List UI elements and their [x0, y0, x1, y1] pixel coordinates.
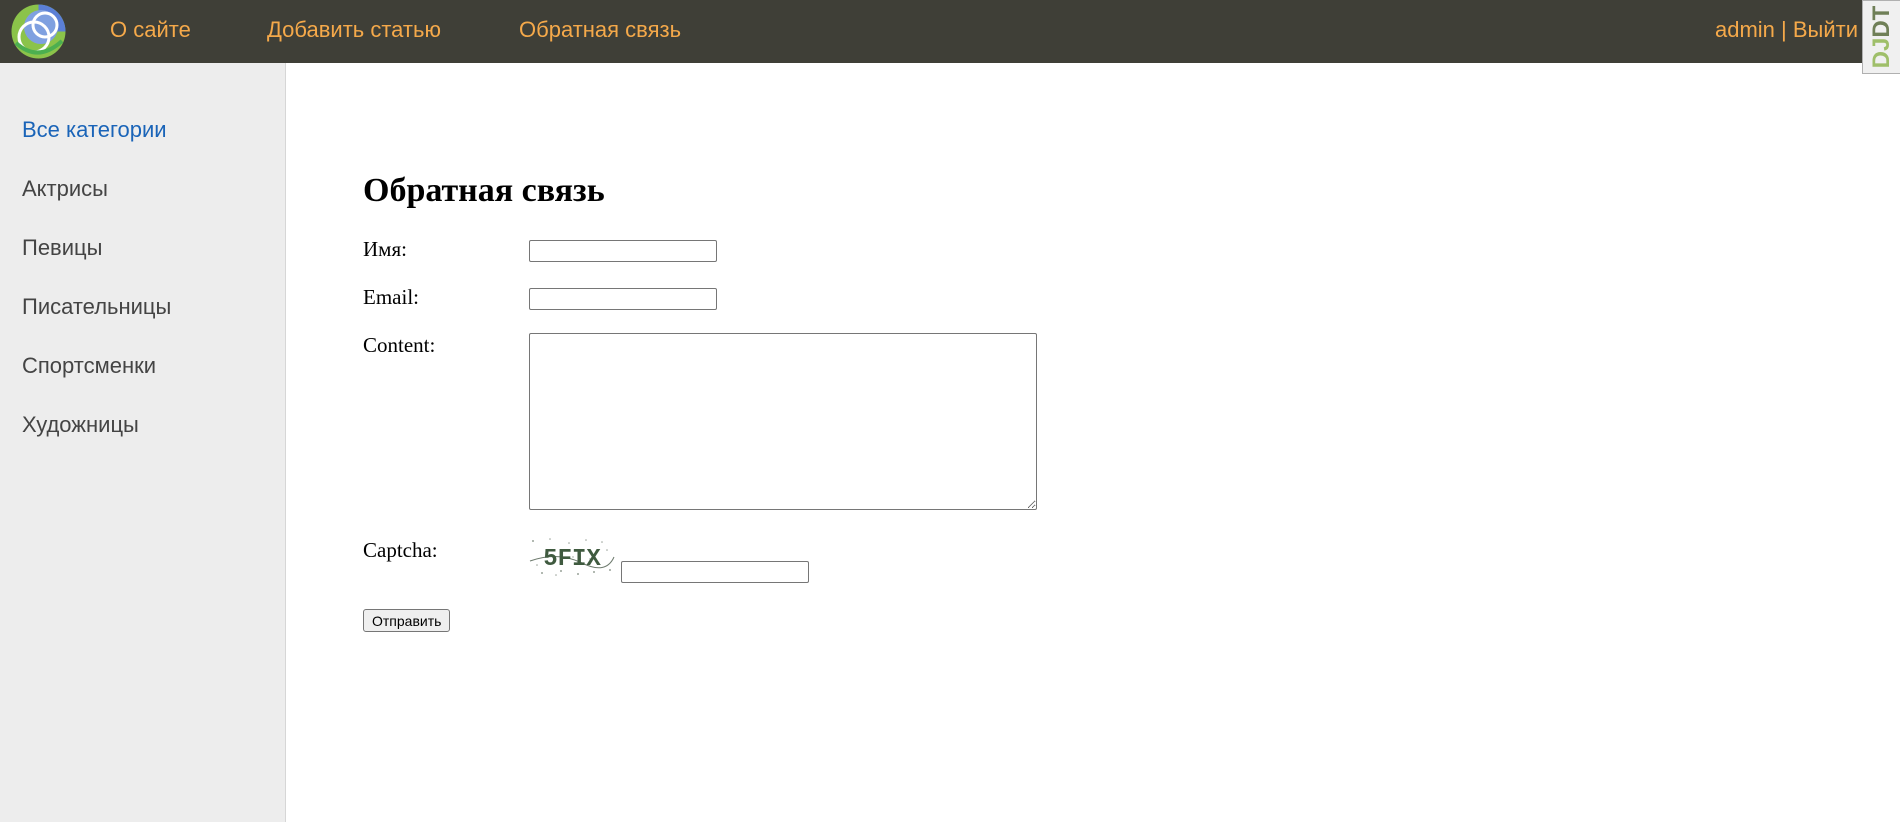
sidebar-item-artists[interactable]: Художницы — [22, 412, 139, 438]
nav-about-link[interactable]: О сайте — [110, 17, 191, 43]
captcha-field[interactable] — [621, 561, 809, 583]
nav-add-article-link[interactable]: Добавить статью — [267, 17, 441, 43]
captcha-text: 5FIX — [543, 546, 601, 573]
submit-button[interactable]: Отправить — [363, 609, 451, 632]
content-label: Content: — [363, 333, 436, 357]
sidebar-item-actresses[interactable]: Актрисы — [22, 176, 108, 202]
user-area: admin | Выйти — [1715, 17, 1858, 43]
page-title: Обратная связь — [363, 172, 605, 209]
email-label: Email: — [363, 285, 419, 309]
top-navbar: О сайте Добавить статью Обратная связь a… — [0, 0, 1900, 63]
category-sidebar: Все категории Актрисы Певицы Писательниц… — [0, 63, 286, 822]
name-field[interactable] — [529, 240, 717, 262]
logout-link[interactable]: Выйти — [1793, 17, 1858, 42]
email-field[interactable] — [529, 288, 717, 310]
sidebar-item-all-categories[interactable]: Все категории — [22, 117, 167, 143]
debug-toolbar-label: DJDT — [1867, 5, 1895, 69]
content-textarea[interactable] — [529, 333, 1037, 510]
user-separator: | — [1774, 17, 1793, 42]
site-logo-icon[interactable] — [10, 3, 67, 60]
name-label: Имя: — [363, 237, 407, 261]
captcha-label: Captcha: — [363, 538, 438, 562]
debug-toolbar-handle[interactable]: DJDT — [1862, 0, 1900, 74]
sidebar-item-athletes[interactable]: Спортсменки — [22, 353, 156, 379]
username-link[interactable]: admin — [1715, 17, 1775, 42]
captcha-image: 5FIX — [528, 535, 616, 578]
nav-feedback-link[interactable]: Обратная связь — [519, 17, 681, 43]
sidebar-item-singers[interactable]: Певицы — [22, 235, 102, 261]
sidebar-item-writers[interactable]: Писательницы — [22, 294, 171, 320]
